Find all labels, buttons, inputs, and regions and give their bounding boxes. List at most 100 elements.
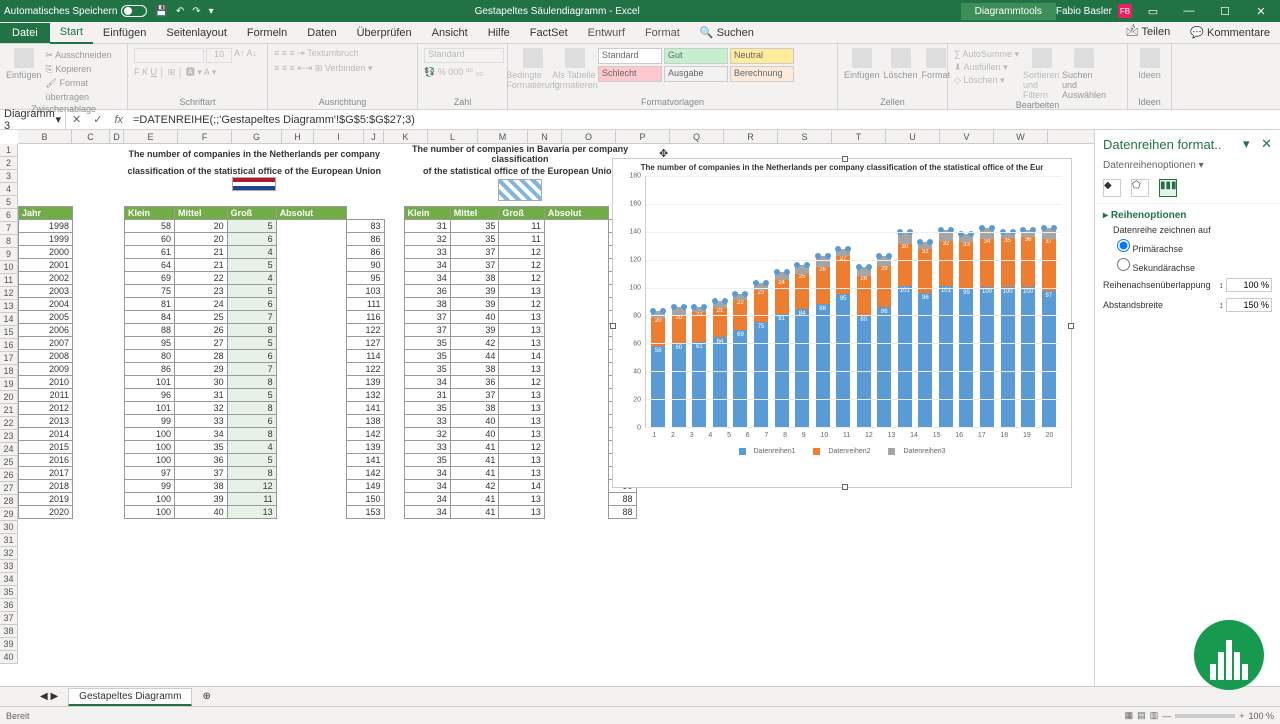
maximize-icon[interactable]: ☐ (1210, 5, 1240, 18)
tab-formeln[interactable]: Formeln (237, 23, 297, 43)
row-header[interactable]: 32 (0, 547, 18, 560)
tab-factset[interactable]: FactSet (520, 23, 578, 43)
row-header[interactable]: 15 (0, 326, 18, 339)
find-select-button[interactable]: Suchen und Auswählen (1065, 48, 1103, 100)
style-neutral[interactable]: Neutral (730, 48, 794, 64)
row-header[interactable]: 16 (0, 339, 18, 352)
col-header[interactable]: M (478, 130, 528, 143)
view-layout-icon[interactable]: ▤ (1137, 710, 1146, 721)
sort-filter-button[interactable]: Sortieren und Filtern (1023, 48, 1061, 100)
col-header[interactable]: U (886, 130, 940, 143)
row-header[interactable]: 4 (0, 183, 18, 196)
conditional-format-button[interactable]: Bedingte Formatierung (514, 48, 552, 90)
delete-cells-button[interactable]: Löschen (884, 48, 918, 80)
row-header[interactable]: 28 (0, 495, 18, 508)
row-header[interactable]: 1 (0, 144, 18, 157)
col-header[interactable]: E (124, 130, 178, 143)
col-header[interactable]: K (384, 130, 428, 143)
row-header[interactable]: 33 (0, 560, 18, 573)
row-header[interactable]: 8 (0, 235, 18, 248)
tab-format[interactable]: Format (635, 23, 690, 43)
col-header[interactable]: B (18, 130, 72, 143)
col-header[interactable]: O (562, 130, 616, 143)
avatar[interactable]: FB (1118, 4, 1132, 18)
row-header[interactable]: 17 (0, 352, 18, 365)
row-header[interactable]: 27 (0, 482, 18, 495)
col-header[interactable]: C (72, 130, 110, 143)
col-header[interactable]: L (428, 130, 478, 143)
close-icon[interactable]: ✕ (1246, 5, 1276, 18)
style-ausgabe[interactable]: Ausgabe (664, 66, 728, 82)
col-header[interactable]: Q (670, 130, 724, 143)
col-header[interactable]: D (110, 130, 124, 143)
row-header[interactable]: 35 (0, 586, 18, 599)
tab-entwurf[interactable]: Entwurf (578, 23, 635, 43)
row-header[interactable]: 25 (0, 456, 18, 469)
undo-icon[interactable]: ↶ (176, 6, 184, 17)
gap-input[interactable] (1226, 298, 1272, 312)
row-header[interactable]: 13 (0, 300, 18, 313)
row-header[interactable]: 36 (0, 599, 18, 612)
row-header[interactable]: 29 (0, 508, 18, 521)
enter-icon[interactable]: ✓ (87, 113, 108, 126)
row-header[interactable]: 2 (0, 157, 18, 170)
sheet-tab[interactable]: Gestapeltes Diagramm (68, 688, 192, 706)
row-header[interactable]: 19 (0, 378, 18, 391)
row-header[interactable]: 30 (0, 521, 18, 534)
overlap-input[interactable] (1226, 278, 1272, 292)
row-header[interactable]: 21 (0, 404, 18, 417)
cancel-icon[interactable]: ✕ (66, 113, 87, 126)
insert-cells-button[interactable]: Einfügen (844, 48, 880, 80)
chart-legend[interactable]: Datenreihen1 Datenreihen2 Datenreihen3 (613, 446, 1071, 457)
row-header[interactable]: 34 (0, 573, 18, 586)
chart[interactable]: ✥ The number of companies in the Netherl… (612, 158, 1072, 488)
formula-input[interactable]: =DATENREIHE(;;'Gestapeltes Diagramm'!$G$… (129, 114, 1280, 126)
tab-einfügen[interactable]: Einfügen (93, 23, 156, 43)
primary-axis-radio[interactable]: Primärachse (1103, 237, 1272, 256)
file-tab[interactable]: Datei (0, 23, 50, 43)
user-name[interactable]: Fabio Basler (1056, 6, 1112, 17)
tab-daten[interactable]: Daten (297, 23, 346, 43)
effects-icon[interactable]: ⬠ (1131, 179, 1149, 197)
fill-button[interactable]: ⬇ Ausfüllen ▾ (954, 61, 1019, 74)
style-gut[interactable]: Gut (664, 48, 728, 64)
pane-category-icons[interactable]: ◆ ⬠ ▮▮▮ (1095, 173, 1280, 204)
fx-icon[interactable]: fx (108, 114, 129, 126)
col-header[interactable]: T (832, 130, 886, 143)
col-header[interactable]: N (528, 130, 562, 143)
col-header[interactable]: H (282, 130, 314, 143)
minimize-icon[interactable]: — (1174, 5, 1204, 17)
search-button[interactable]: 🔍 Suchen (690, 22, 764, 43)
row-header[interactable]: 37 (0, 612, 18, 625)
clear-button[interactable]: ◇ Löschen ▾ (954, 74, 1019, 87)
table-format-button[interactable]: Als Tabelle formatieren (556, 48, 594, 90)
zoom-level[interactable]: 100 % (1248, 711, 1274, 721)
row-header[interactable]: 26 (0, 469, 18, 482)
row-header[interactable]: 7 (0, 222, 18, 235)
row-header[interactable]: 6 (0, 209, 18, 222)
style-schlecht[interactable]: Schlecht (598, 66, 662, 82)
col-header[interactable]: R (724, 130, 778, 143)
row-header[interactable]: 10 (0, 261, 18, 274)
ideas-button[interactable]: Ideen (1134, 48, 1165, 80)
row-header[interactable]: 14 (0, 313, 18, 326)
tab-seitenlayout[interactable]: Seitenlayout (156, 23, 237, 43)
row-header[interactable]: 39 (0, 638, 18, 651)
row-header[interactable]: 38 (0, 625, 18, 638)
zoom-out-icon[interactable]: — (1162, 711, 1171, 721)
col-header[interactable]: I (314, 130, 364, 143)
secondary-axis-radio[interactable]: Sekundärachse (1103, 256, 1272, 275)
view-break-icon[interactable]: ▥ (1150, 710, 1159, 721)
col-header[interactable]: J (364, 130, 384, 143)
share-button[interactable]: 🖄 Teilen (1116, 19, 1180, 46)
row-header[interactable]: 31 (0, 534, 18, 547)
col-header[interactable]: S (778, 130, 832, 143)
row-header[interactable]: 22 (0, 417, 18, 430)
fill-line-icon[interactable]: ◆ (1103, 179, 1121, 197)
tab-start[interactable]: Start (50, 22, 93, 44)
col-header[interactable]: F (178, 130, 232, 143)
row-header[interactable]: 23 (0, 430, 18, 443)
row-header[interactable]: 18 (0, 365, 18, 378)
col-header[interactable]: G (232, 130, 282, 143)
copy-button[interactable]: ⎘ Kopieren (46, 62, 121, 76)
